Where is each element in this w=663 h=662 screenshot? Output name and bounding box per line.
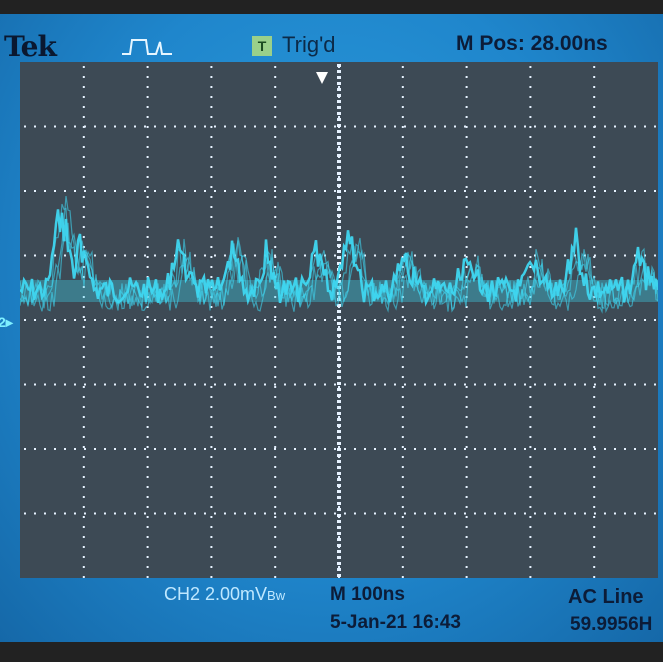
timebase: M 100ns: [330, 584, 405, 605]
trigger-badge: T: [252, 36, 272, 56]
oscilloscope-bezel: Tek T Trig'd M Pos: 28.00ns 2▸ CH2 2.00m…: [0, 0, 663, 662]
noise-band: [20, 280, 658, 302]
trigger-position-marker: [316, 72, 328, 84]
channel-2-trace: [20, 196, 658, 314]
arrow-right-icon: ▸: [5, 314, 13, 330]
channel-scale-text: CH2 2.00mV: [164, 584, 268, 604]
trigger-status: Trig'd: [282, 32, 336, 57]
horizontal-position: M Pos: 28.00ns: [456, 32, 608, 55]
trigger-frequency: 59.9956H: [570, 614, 653, 635]
trigger-source: AC Line: [568, 586, 644, 608]
channel-2-ground-marker: 2▸: [0, 314, 13, 331]
status-bar: Tek T Trig'd M Pos: 28.00ns: [0, 14, 663, 63]
acquisition-icon: [122, 39, 172, 55]
brand-logo: Tek: [4, 30, 57, 63]
waveform-graticule: [20, 62, 658, 578]
settings-readout-bar: CH2 2.00mVBw M 100ns AC Line 5-Jan-21 16…: [0, 580, 663, 642]
oscilloscope-screen: Tek T Trig'd M Pos: 28.00ns 2▸ CH2 2.00m…: [0, 14, 663, 642]
channel-2-scale: CH2 2.00mVBw: [164, 584, 285, 605]
bandwidth-limit-mark: Bw: [267, 588, 286, 603]
date-time: 5-Jan-21 16:43: [330, 612, 461, 633]
